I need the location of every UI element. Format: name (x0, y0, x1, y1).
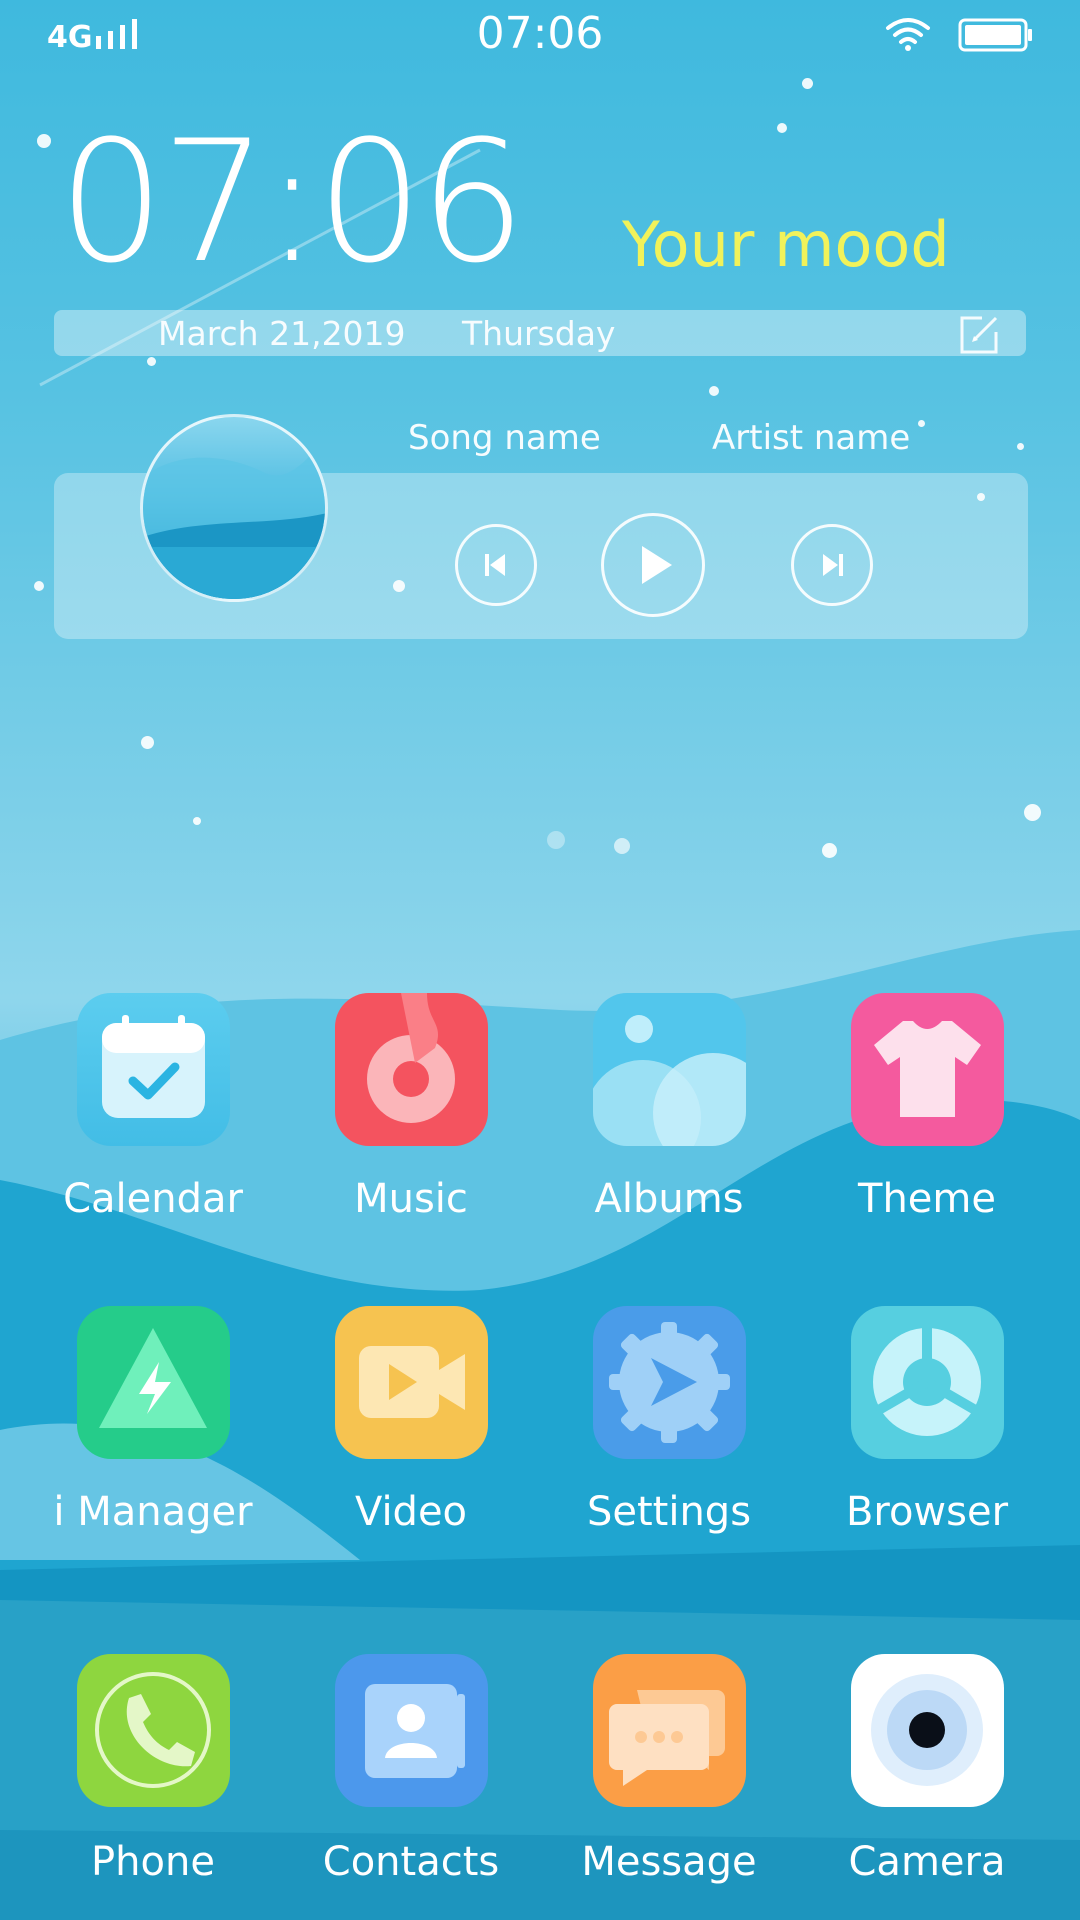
app-label-theme: Theme (858, 1176, 996, 1222)
dock-contacts[interactable]: Contacts (311, 1654, 511, 1885)
battery-icon (958, 18, 1032, 52)
play-button[interactable] (601, 513, 705, 617)
date-label: March 21,2019 (158, 314, 406, 353)
sparkle (709, 386, 719, 396)
sparkle (547, 831, 565, 849)
next-button[interactable] (791, 524, 873, 606)
mood-label[interactable]: Your mood (622, 208, 950, 281)
theme-icon (850, 993, 1004, 1146)
app-label-settings: Settings (586, 1489, 752, 1535)
dock-message[interactable]: Message (569, 1654, 769, 1885)
sparkle (1017, 443, 1024, 450)
sparkle (918, 420, 925, 427)
settings-icon (592, 1306, 746, 1459)
app-settings[interactable]: Settings (569, 1306, 769, 1535)
dock-label-message: Message (581, 1839, 757, 1885)
dock-label-camera: Camera (848, 1839, 1006, 1885)
app-browser[interactable]: Browser (827, 1306, 1027, 1535)
previous-button[interactable] (455, 524, 537, 606)
play-icon (642, 546, 672, 584)
calendar-icon (76, 993, 230, 1146)
dock-label-contacts: Contacts (322, 1839, 500, 1885)
i-manager-icon (76, 1306, 230, 1459)
video-icon (334, 1306, 488, 1459)
status-bar: 4G 07:06 (0, 0, 1080, 72)
song-name: Song name (408, 418, 601, 458)
phone-icon (76, 1654, 230, 1807)
albums-icon (592, 993, 746, 1146)
app-theme[interactable]: Theme (827, 993, 1027, 1222)
app-label-albums: Albums (594, 1176, 744, 1222)
dock-camera[interactable]: Camera (827, 1654, 1027, 1885)
message-icon (592, 1654, 746, 1807)
wifi-icon (886, 18, 930, 51)
browser-icon (850, 1306, 1004, 1459)
app-i-manager[interactable]: i Manager (53, 1306, 253, 1535)
contacts-icon (334, 1654, 488, 1807)
camera-icon (850, 1654, 1004, 1807)
dock-phone[interactable]: Phone (53, 1654, 253, 1885)
sparkle (777, 123, 787, 133)
app-label-video: Video (354, 1489, 468, 1535)
skip-forward-icon (823, 554, 843, 576)
sparkle (802, 78, 813, 89)
dock-label-phone: Phone (91, 1839, 215, 1885)
sparkle (34, 581, 44, 591)
app-calendar[interactable]: Calendar (53, 993, 253, 1222)
weekday-label: Thursday (462, 314, 616, 353)
app-music[interactable]: Music (311, 993, 511, 1222)
sparkle (193, 817, 201, 825)
app-albums[interactable]: Albums (569, 993, 769, 1222)
skip-back-icon (485, 554, 505, 576)
app-video[interactable]: Video (311, 1306, 511, 1535)
sparkle (147, 357, 156, 366)
sparkle (141, 736, 154, 749)
app-label-calendar: Calendar (63, 1176, 243, 1222)
artist-name: Artist name (712, 418, 911, 458)
app-label-i-manager: i Manager (53, 1489, 253, 1535)
sparkle (1024, 804, 1041, 821)
app-label-music: Music (354, 1176, 468, 1222)
clock-time[interactable]: 07:06 (58, 118, 526, 286)
sparkle (37, 134, 51, 148)
app-label-browser: Browser (845, 1489, 1009, 1535)
album-art[interactable] (140, 414, 328, 602)
sparkle (822, 843, 837, 858)
music-icon (334, 993, 488, 1146)
sparkle (614, 838, 630, 854)
edit-icon[interactable] (958, 314, 1000, 356)
album-art-image (143, 441, 325, 599)
